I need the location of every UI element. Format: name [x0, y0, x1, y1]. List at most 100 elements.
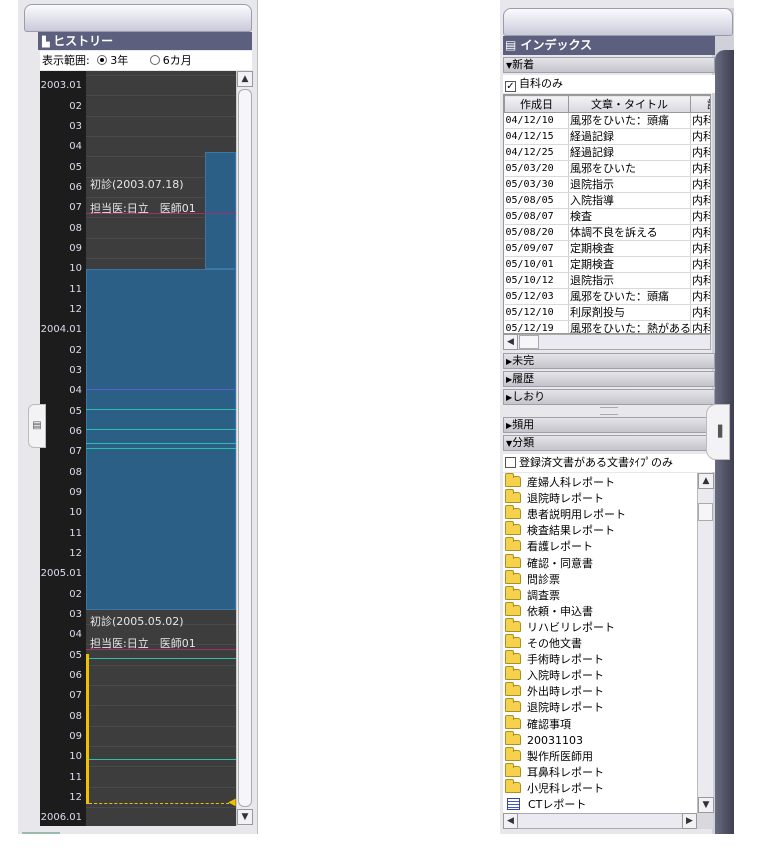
- category-item[interactable]: 確認事項: [505, 714, 571, 733]
- category-item[interactable]: リハビリレポート: [505, 617, 615, 636]
- table-row[interactable]: 04/12/15経過記録内科: [504, 128, 710, 145]
- table-cell: 内科: [690, 304, 710, 321]
- table-row[interactable]: 05/03/20風邪をひいた内科: [504, 160, 710, 177]
- episode-bar-1-upper[interactable]: [205, 152, 236, 269]
- category-list[interactable]: 産婦人科レポート 退院時レポート 患者説明用レポート 検査結果レポート 看護レポート 確認…: [503, 473, 697, 813]
- index-title-text: インデックス: [520, 38, 593, 52]
- timeline-row: [86, 116, 236, 137]
- category-item[interactable]: 調査票: [505, 585, 560, 604]
- category-item[interactable]: 小児科レポート: [505, 778, 604, 797]
- index-panel-title: ▤ インデックス: [503, 36, 715, 55]
- category-item[interactable]: 患者説明用レポート: [505, 505, 626, 523]
- range-option-3y[interactable]: 3年: [110, 54, 128, 67]
- category-item[interactable]: 20031103: [505, 730, 583, 749]
- category-label: リハビリレポート: [527, 620, 615, 634]
- category-vertical-scrollbar[interactable]: ▲ ▼: [697, 473, 714, 813]
- scroll-up-icon[interactable]: ▲: [698, 473, 714, 489]
- category-label: その他文書: [527, 637, 582, 650]
- section-history[interactable]: ▶履歴: [503, 371, 715, 387]
- column-header[interactable]: 作成日: [504, 95, 569, 113]
- category-item[interactable]: 退院時レポート: [505, 489, 604, 507]
- range-radio-6m[interactable]: [149, 55, 160, 65]
- category-item[interactable]: 看護レポート: [505, 537, 593, 555]
- timeline-tick: 2005.01: [40, 568, 82, 580]
- category-item[interactable]: 外出時レポート: [505, 682, 604, 700]
- episode-line: [86, 409, 236, 410]
- own-dept-only-checkbox[interactable]: ✓ 自科のみ: [503, 75, 715, 93]
- scroll-left-icon[interactable]: ◀: [503, 334, 518, 350]
- section-frequent[interactable]: ▶頻用: [503, 417, 715, 433]
- timeline-row: [86, 76, 236, 97]
- table-cell: 05/08/05: [504, 192, 569, 209]
- timeline-row: [86, 665, 236, 686]
- category-horizontal-scrollbar[interactable]: ◀ ▶: [503, 813, 697, 829]
- section-category[interactable]: ▼分類: [503, 435, 715, 451]
- table-row[interactable]: 05/12/03風邪をひいた：頭痛内科: [504, 288, 710, 305]
- folder-icon: [505, 762, 521, 777]
- table-cell: 風邪をひいた：頭痛: [568, 288, 691, 305]
- table-cell: 経過記録: [568, 128, 691, 145]
- table-row[interactable]: 05/10/12退院指示内科: [504, 272, 710, 289]
- category-item[interactable]: 退院時レポート: [505, 698, 604, 716]
- table-row[interactable]: 05/09/07定期検査内科: [504, 240, 710, 257]
- category-item[interactable]: 依頼・申込書: [505, 601, 593, 620]
- timeline-tick: 03: [69, 120, 82, 132]
- scroll-thumb[interactable]: [238, 89, 252, 807]
- scroll-down-icon[interactable]: ▼: [698, 797, 714, 813]
- table-row[interactable]: 05/08/20体調不良を訴える内科: [504, 224, 710, 241]
- scroll-right-icon[interactable]: ▶: [682, 813, 697, 829]
- table-row[interactable]: 05/03/30退院指示内科: [504, 176, 710, 193]
- index-panel-caption[interactable]: [503, 8, 733, 36]
- section-unfinished[interactable]: ▶未完: [503, 353, 715, 369]
- category-item[interactable]: 手術時レポート: [505, 650, 604, 668]
- table-row[interactable]: 04/12/10風邪をひいた：頭痛内科: [504, 112, 710, 129]
- category-item[interactable]: その他文書: [505, 634, 582, 652]
- table-row[interactable]: 04/12/25経過記録内科: [504, 144, 710, 161]
- table-row[interactable]: 05/08/05入院指導内科: [504, 192, 710, 209]
- table-cell: 05/12/19: [504, 320, 569, 333]
- table-row[interactable]: 05/10/01定期検査内科: [504, 256, 710, 273]
- check-icon[interactable]: ✓: [505, 81, 516, 92]
- checkbox-box[interactable]: [505, 457, 516, 468]
- scroll-up-icon[interactable]: ▲: [237, 71, 253, 87]
- scroll-thumb[interactable]: [698, 503, 713, 521]
- column-header[interactable]: 文章・タイトル: [568, 95, 691, 113]
- registered-only-checkbox[interactable]: 登録済文書がある文書ﾀｲﾌﾟのみ: [503, 454, 715, 472]
- splitter-grip-icon[interactable]: [600, 407, 618, 415]
- range-radio-3y[interactable]: [97, 55, 108, 65]
- new-documents-table[interactable]: 作成日文章・タイトル診 04/12/10風邪をひいた：頭痛内科04/12/15経…: [503, 94, 711, 334]
- history-panel-title: ▙ ヒストリー: [38, 32, 252, 50]
- table-row[interactable]: 05/12/19風邪をひいた：熱がある内科: [504, 320, 710, 333]
- scroll-down-icon[interactable]: ▼: [237, 809, 253, 825]
- table-cell: 内科: [690, 320, 710, 333]
- range-option-6m[interactable]: 6カ月: [163, 54, 192, 67]
- table-horizontal-scrollbar[interactable]: ◀: [503, 334, 711, 350]
- category-item[interactable]: 問診票: [505, 569, 560, 588]
- panel-collapse-handle-icon[interactable]: ▐: [706, 404, 730, 460]
- category-item[interactable]: 入院時レポート: [505, 666, 604, 684]
- table-row[interactable]: 05/08/07検査内科: [504, 208, 710, 225]
- category-item[interactable]: 検査結果レポート: [505, 521, 615, 539]
- scroll-left-icon[interactable]: ◀: [503, 813, 518, 829]
- category-label: 看護レポート: [527, 540, 593, 554]
- category-item[interactable]: 耳鼻科レポート: [505, 762, 604, 781]
- timeline-tick: 03: [69, 608, 82, 620]
- history-panel-caption[interactable]: [24, 4, 252, 32]
- section-bookmark[interactable]: ▶しおり: [503, 389, 715, 405]
- panel-collapse-handle-icon[interactable]: ▤: [28, 404, 46, 448]
- timeline-scrollbar[interactable]: ▲ ▼: [236, 71, 253, 826]
- column-header[interactable]: 診: [690, 95, 710, 113]
- episode-bar-1[interactable]: [86, 269, 236, 610]
- category-item[interactable]: 産婦人科レポート: [505, 473, 615, 491]
- category-item[interactable]: 製作所医師用: [505, 746, 593, 765]
- category-item[interactable]: CTレポート: [505, 797, 586, 813]
- table-cell: 定期検査: [568, 240, 691, 257]
- folder-icon: [505, 569, 521, 584]
- table-row[interactable]: 05/12/10利尿剤投与内科: [504, 304, 710, 321]
- scroll-thumb[interactable]: [519, 335, 539, 349]
- category-item[interactable]: 確認・同意書: [505, 553, 593, 572]
- section-new[interactable]: ▼新着: [503, 57, 715, 73]
- folder-icon: [505, 601, 521, 616]
- history-timeline[interactable]: 12 2003.01 02 03 04 05 06 07 08 09 10 11 12 2004.01 02…: [40, 71, 236, 826]
- timeline-tick: 09: [69, 730, 82, 742]
